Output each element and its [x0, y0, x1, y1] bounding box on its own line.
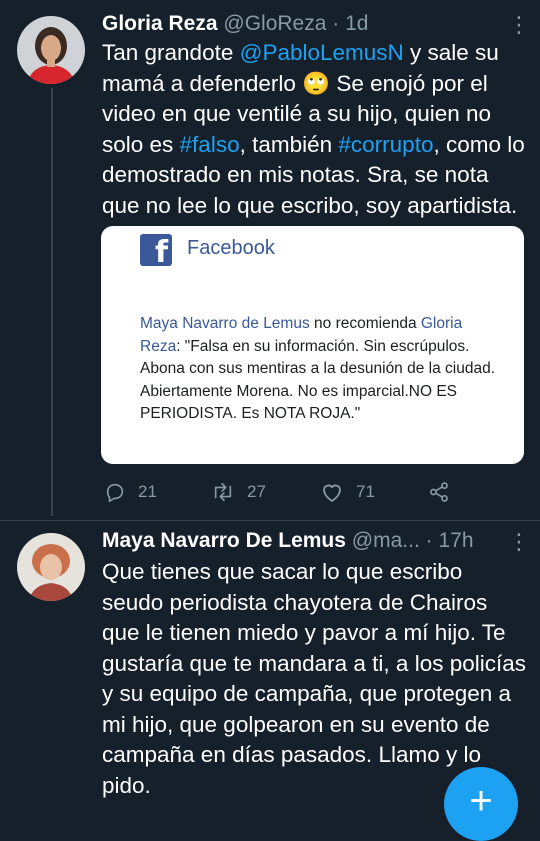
facebook-logo-icon: f	[140, 234, 172, 270]
avatar[interactable]	[17, 16, 85, 84]
compose-tweet-button[interactable]: +	[444, 767, 518, 841]
avatar-gloria-image	[17, 16, 85, 84]
avatar-maya-image	[17, 533, 85, 601]
facebook-author: Maya Navarro de Lemus	[140, 315, 310, 332]
separator-dot: ·	[425, 529, 433, 552]
hashtag-link[interactable]: #falso	[180, 132, 240, 157]
like-button[interactable]: 71	[320, 478, 375, 506]
retweet-icon	[214, 482, 232, 502]
facebook-logo-letter: f	[154, 235, 168, 270]
tweet-text-segment: Tan grandote	[102, 40, 240, 65]
heart-icon	[323, 484, 341, 502]
attached-image-card[interactable]: f Facebook Maya Navarro de Lemus no reco…	[101, 226, 524, 464]
avatar[interactable]	[17, 533, 85, 601]
retweet-button[interactable]: 27	[211, 478, 266, 506]
compose-plus-icon: +	[469, 779, 493, 823]
tweet-text-segment: , también	[239, 131, 339, 157]
hashtag-link[interactable]: #corrupto	[338, 132, 433, 157]
retweet-count: 27	[247, 482, 266, 501]
reply-count: 21	[138, 482, 157, 501]
facebook-quote: : "Falsa en su información. Sin escrúpul…	[140, 337, 496, 423]
facebook-title: Facebook	[187, 237, 275, 259]
thread-connector-line	[51, 88, 53, 516]
tweet-text: Que tienes que sacar lo que escribo seud…	[102, 559, 526, 798]
tweet-timestamp[interactable]: 1d	[345, 12, 368, 35]
tweet-divider	[0, 520, 540, 521]
tweet-actions: 21 27 71	[102, 478, 522, 506]
more-options-icon[interactable]: ⋮	[508, 14, 530, 36]
face-with-rolling-eyes-emoji: 🙄	[302, 70, 331, 96]
reply-icon	[106, 483, 124, 502]
mention-link[interactable]: @PabloLemusN	[240, 40, 404, 65]
more-options-icon[interactable]: ⋮	[508, 531, 530, 553]
like-count: 71	[356, 482, 375, 501]
display-name[interactable]: Maya Navarro De Lemus	[102, 529, 346, 552]
tweet-header: Maya Navarro De Lemus @ma... · 17h	[102, 529, 474, 553]
reply-button[interactable]: 21	[104, 478, 157, 506]
share-button[interactable]	[428, 478, 462, 506]
facebook-verb: no recomienda	[309, 315, 421, 332]
separator-dot: ·	[332, 12, 340, 35]
display-name[interactable]: Gloria Reza	[102, 12, 218, 35]
tweet-text: Tan grandote @PabloLemusN y sale su mamá…	[102, 38, 527, 221]
user-handle[interactable]: @ma...	[352, 529, 420, 552]
user-handle[interactable]: @GloReza	[223, 12, 326, 35]
facebook-review-text: Maya Navarro de Lemus no recomienda Glor…	[140, 313, 500, 426]
tweet-timestamp[interactable]: 17h	[438, 529, 473, 552]
share-icon	[430, 482, 448, 502]
tweet-header: Gloria Reza @GloReza · 1d	[102, 12, 368, 36]
